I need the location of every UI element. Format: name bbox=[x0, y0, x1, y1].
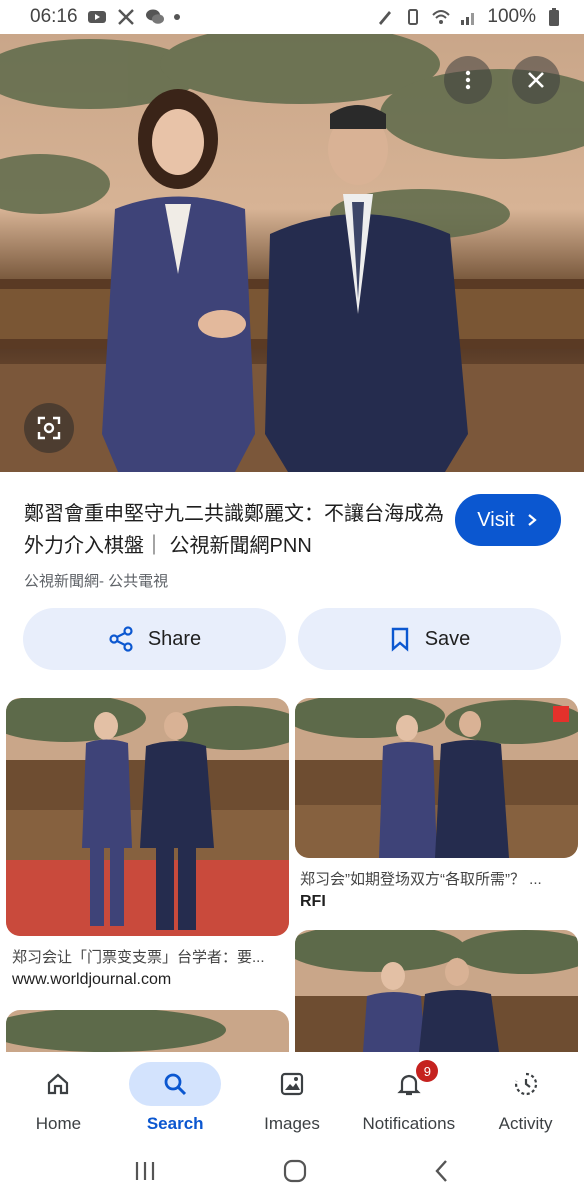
related-caption-2[interactable]: 郑习会”如期登场双方“各取所需”？ ... bbox=[300, 868, 572, 889]
nav-search-icon-wrap bbox=[129, 1062, 222, 1106]
wechat-icon bbox=[145, 9, 164, 24]
nav-home-label: Home bbox=[35, 1114, 82, 1133]
nav-home-icon-wrap bbox=[12, 1062, 104, 1106]
related-photo-4 bbox=[295, 930, 578, 1052]
nav-search[interactable]: Search bbox=[117, 1052, 234, 1142]
related-photo-3 bbox=[6, 1010, 289, 1052]
activity-icon bbox=[514, 1072, 537, 1096]
save-button[interactable]: Save bbox=[298, 608, 561, 670]
nav-images-label: Images bbox=[264, 1114, 320, 1133]
save-label: Save bbox=[424, 627, 471, 650]
more-vert-icon bbox=[465, 70, 471, 90]
images-icon bbox=[280, 1072, 304, 1096]
nav-activity[interactable]: Activity bbox=[467, 1052, 584, 1142]
result-source: 公視新聞網- 公共電視 bbox=[24, 573, 169, 590]
nav-notifications-label: Notifications bbox=[362, 1114, 456, 1133]
nav-home[interactable]: Home bbox=[0, 1052, 117, 1142]
pen-icon bbox=[379, 11, 392, 25]
search-icon bbox=[164, 1073, 187, 1096]
result-title[interactable]: 鄭習會重申堅守九二共識鄭麗文：不讓台海成為外力介入棋盤｜ 公視新聞網PNN bbox=[24, 498, 444, 562]
more-options-button[interactable] bbox=[444, 56, 492, 104]
chevron-right-icon bbox=[527, 514, 537, 526]
battery-saver-icon bbox=[408, 9, 419, 25]
visit-label: Visit bbox=[477, 508, 515, 531]
nav-images-icon-wrap bbox=[246, 1062, 338, 1106]
hero-image[interactable] bbox=[0, 34, 584, 472]
nav-activity-icon-wrap bbox=[480, 1062, 572, 1106]
lens-icon bbox=[37, 416, 61, 440]
signal-icon bbox=[461, 13, 475, 25]
status-bar: 06:16 100% bbox=[0, 0, 584, 34]
related-image-4[interactable] bbox=[295, 930, 578, 1052]
nav-activity-label: Activity bbox=[498, 1114, 553, 1133]
visit-button[interactable]: Visit bbox=[455, 494, 561, 546]
clock: 06:16 bbox=[30, 6, 78, 27]
back-icon[interactable] bbox=[432, 1158, 452, 1184]
share-icon bbox=[109, 626, 133, 652]
home-button-icon[interactable] bbox=[282, 1158, 308, 1184]
close-button[interactable] bbox=[512, 56, 560, 104]
bookmark-icon bbox=[391, 627, 408, 652]
related-site-1: www.worldjournal.com bbox=[12, 971, 172, 988]
related-site-2: RFI bbox=[300, 893, 326, 910]
wifi-icon bbox=[432, 10, 451, 24]
nav-notifications[interactable]: 9 Notifications bbox=[350, 1052, 467, 1142]
youtube-icon bbox=[87, 11, 106, 23]
close-icon bbox=[528, 72, 544, 88]
lens-button[interactable] bbox=[24, 403, 74, 453]
bottom-navigation: Home Search Images 9 Notifications Activ… bbox=[0, 1052, 584, 1142]
share-label: Share bbox=[147, 627, 202, 650]
recent-apps-icon[interactable] bbox=[132, 1159, 158, 1183]
home-icon bbox=[48, 1073, 69, 1095]
nav-notifications-icon-wrap bbox=[363, 1062, 455, 1106]
nav-images[interactable]: Images bbox=[234, 1052, 351, 1142]
related-caption-1[interactable]: 郑习会让「门票变支票」台学者：要... bbox=[12, 946, 287, 967]
share-button[interactable]: Share bbox=[23, 608, 286, 670]
related-photo-2 bbox=[295, 698, 578, 858]
related-image-2[interactable] bbox=[295, 698, 578, 858]
notification-dot-icon bbox=[173, 14, 180, 20]
nav-search-label: Search bbox=[146, 1114, 204, 1133]
related-image-3[interactable] bbox=[6, 1010, 289, 1052]
system-navigation bbox=[0, 1142, 584, 1200]
related-photo-1 bbox=[6, 698, 289, 936]
related-image-1[interactable] bbox=[6, 698, 289, 936]
hero-photo bbox=[0, 34, 584, 472]
battery-icon bbox=[549, 8, 559, 26]
x-icon bbox=[117, 9, 134, 25]
battery-text: 100% bbox=[487, 6, 536, 27]
